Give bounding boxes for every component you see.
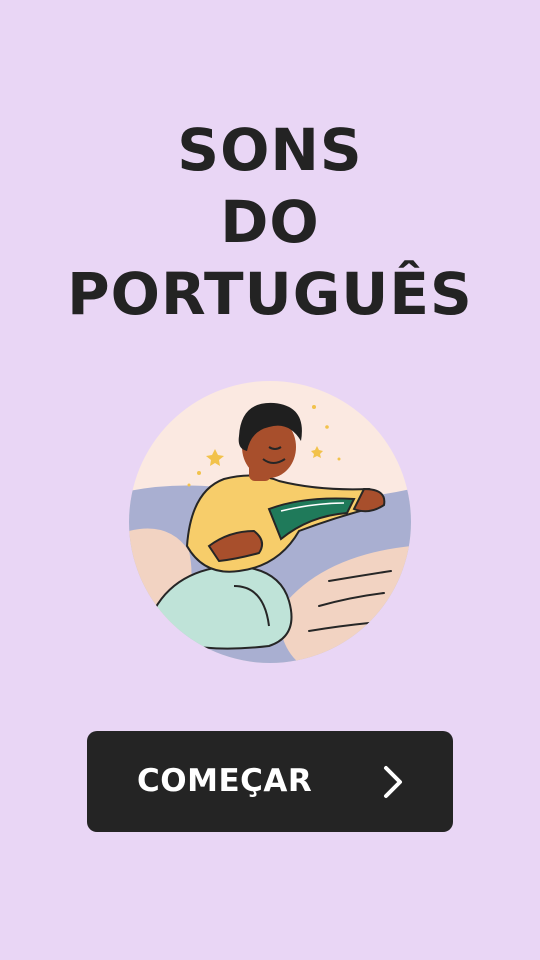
chevron-right-icon <box>383 765 403 799</box>
app-title: SONS DO PORTUGUÊS <box>0 114 540 330</box>
start-button-label: COMEÇAR <box>137 763 313 799</box>
reading-person-illustration <box>129 381 411 663</box>
title-line-2: DO <box>220 188 320 256</box>
title-line-1: SONS <box>177 116 363 184</box>
illustration-svg <box>129 381 411 663</box>
title-line-3: PORTUGUÊS <box>67 260 473 328</box>
start-button[interactable]: COMEÇAR <box>87 731 453 832</box>
